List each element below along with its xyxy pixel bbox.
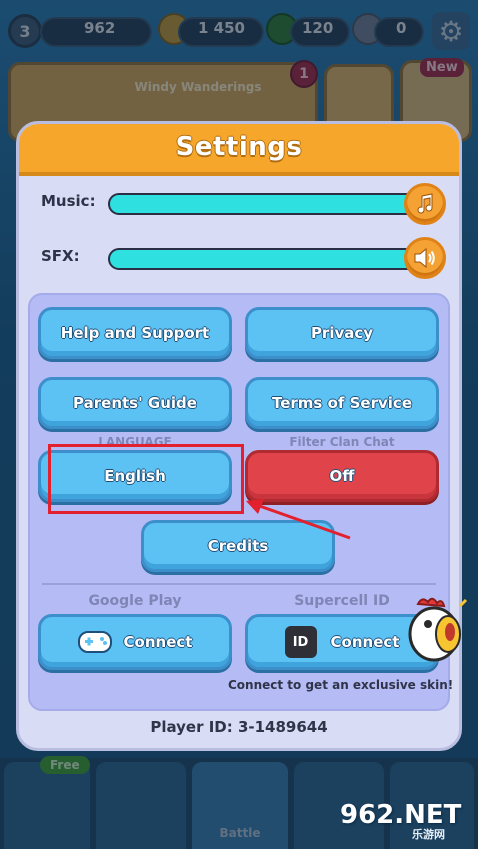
privacy-button[interactable]: Privacy bbox=[245, 307, 439, 359]
filter-clan-chat-heading: Filter Clan Chat bbox=[289, 435, 395, 449]
supercell-id-icon: ID bbox=[284, 626, 317, 658]
google-play-connect-button[interactable]: Connect bbox=[38, 614, 232, 670]
dialog-title: Settings bbox=[175, 132, 303, 162]
gamepad-icon bbox=[77, 631, 112, 653]
annotation-arrow-icon bbox=[246, 499, 351, 540]
section-divider bbox=[42, 583, 436, 585]
terms-of-service-button[interactable]: Terms of Service bbox=[245, 377, 439, 429]
google-play-heading: Google Play bbox=[88, 593, 182, 609]
parents-guide-button[interactable]: Parents' Guide bbox=[38, 377, 232, 429]
supercell-connect-label: Connect bbox=[330, 633, 400, 651]
sfx-slider[interactable] bbox=[108, 248, 424, 270]
google-connect-label: Connect bbox=[123, 633, 193, 651]
help-support-button[interactable]: Help and Support bbox=[38, 307, 232, 359]
exclusive-skin-note: Connect to get an exclusive skin! bbox=[228, 678, 454, 692]
player-id: Player ID: 3-1489644 bbox=[150, 718, 328, 736]
sfx-slider-fill bbox=[110, 250, 422, 268]
watermark-subtitle: 乐游网 bbox=[412, 828, 445, 841]
music-note-icon[interactable] bbox=[404, 183, 446, 225]
music-label: Music: bbox=[41, 192, 96, 210]
chicken-mascot-icon bbox=[408, 597, 468, 662]
speaker-icon[interactable] bbox=[404, 237, 446, 279]
sfx-label: SFX: bbox=[41, 247, 80, 265]
music-slider-fill bbox=[110, 195, 422, 213]
music-slider[interactable] bbox=[108, 193, 424, 215]
annotation-highlight-box bbox=[48, 444, 244, 514]
